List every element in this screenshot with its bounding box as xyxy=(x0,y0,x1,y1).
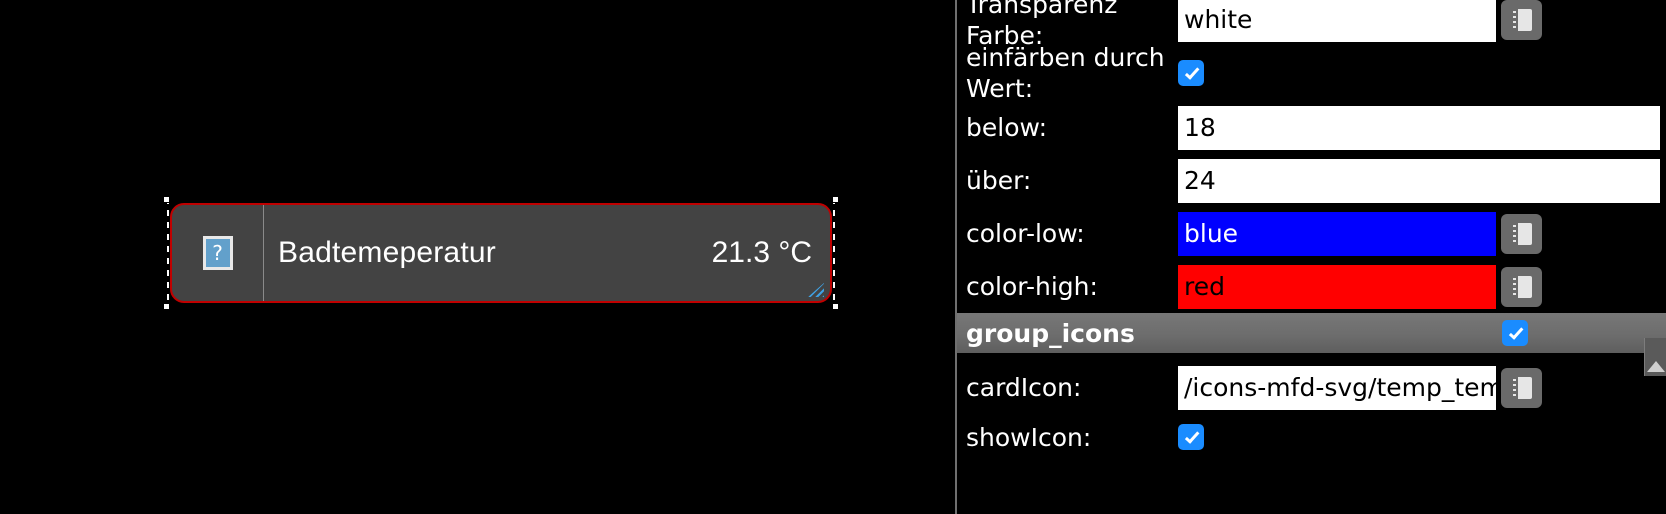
card-icon-slot: ? xyxy=(172,205,264,301)
card-icon-picker-button[interactable] xyxy=(1501,367,1542,408)
prop-label-einfaerben-durch-wert: einfärben durch Wert: xyxy=(966,42,1165,103)
checkmark-icon xyxy=(1184,64,1199,80)
card-icon-input[interactable]: /icons-mfd-svg/temp_tem xyxy=(1178,365,1496,410)
color-low-picker-button[interactable] xyxy=(1501,213,1542,254)
group-header-group-icons[interactable]: group_icons xyxy=(957,313,1666,353)
handle-top-right[interactable] xyxy=(832,196,839,203)
card-value: 21.3 °C xyxy=(711,236,812,269)
color-low-input[interactable]: blue xyxy=(1178,211,1496,256)
prop-control-transparenz-farbe: white xyxy=(1178,0,1666,42)
below-input[interactable]: 18 xyxy=(1178,105,1660,150)
prop-control-color-high: red xyxy=(1178,264,1666,309)
prop-label-below: below: xyxy=(966,113,1047,142)
prop-control-show-icon xyxy=(1178,424,1666,450)
prop-label-show-icon: showIcon: xyxy=(966,422,1092,452)
prop-row-below: below: 18 xyxy=(957,101,1666,154)
list-picker-icon xyxy=(1511,275,1532,298)
handle-bottom-left[interactable] xyxy=(163,303,170,310)
prop-row-ueber: über: 24 xyxy=(957,154,1666,207)
card-title: Badtemeperatur xyxy=(278,236,496,269)
prop-row-color-high: color-high: red xyxy=(957,260,1666,313)
prop-label-ueber: über: xyxy=(966,166,1032,195)
prop-label-color-high: color-high: xyxy=(966,272,1098,301)
transparenz-farbe-input[interactable]: white xyxy=(1178,0,1496,42)
checkmark-icon xyxy=(1508,324,1523,340)
card-selection-frame[interactable]: ? Badtemeperatur 21.3 °C xyxy=(163,196,839,310)
app-root: ? Badtemeperatur 21.3 °C Transparenz Far… xyxy=(0,0,1666,514)
group-icons-checkbox[interactable] xyxy=(1502,320,1528,346)
color-high-input[interactable]: red xyxy=(1178,264,1496,309)
prop-row-transparenz-farbe: Transparenz Farbe: white xyxy=(957,0,1666,50)
resize-grip-handle[interactable] xyxy=(808,283,824,297)
group-title-group-icons: group_icons xyxy=(966,318,1135,348)
list-picker-icon xyxy=(1511,9,1532,31)
temperature-card[interactable]: ? Badtemeperatur 21.3 °C xyxy=(172,205,830,301)
handle-bottom-right[interactable] xyxy=(832,303,839,310)
prop-control-color-low: blue xyxy=(1178,211,1666,256)
prop-row-color-low: color-low: blue xyxy=(957,207,1666,260)
prop-control-ueber: 24 xyxy=(1178,158,1666,203)
card-body: Badtemeperatur 21.3 °C xyxy=(264,205,830,301)
handle-top-left[interactable] xyxy=(163,196,170,203)
prop-label-color-low: color-low: xyxy=(966,219,1085,248)
color-high-picker-button[interactable] xyxy=(1501,266,1542,307)
einfaerben-durch-wert-checkbox[interactable] xyxy=(1178,59,1204,86)
triangle-up-icon xyxy=(1646,361,1665,372)
broken-image-icon: ? xyxy=(202,236,233,270)
prop-row-show-icon: showIcon: xyxy=(957,414,1666,460)
prop-label-card-icon: cardIcon: xyxy=(966,373,1082,402)
prop-row-card-icon: cardIcon: /icons-mfd-svg/temp_tem xyxy=(957,361,1666,414)
transparenz-farbe-picker-button[interactable] xyxy=(1501,0,1542,40)
prop-control-einfaerben-durch-wert xyxy=(1178,59,1666,86)
prop-control-below: 18 xyxy=(1178,105,1666,150)
prop-row-einfaerben-durch-wert: einfärben durch Wert: xyxy=(957,42,1666,103)
scroll-up-arrow-button[interactable] xyxy=(1644,338,1666,376)
prop-control-card-icon: /icons-mfd-svg/temp_tem xyxy=(1178,365,1666,410)
show-icon-checkbox[interactable] xyxy=(1178,424,1204,450)
checkmark-icon xyxy=(1184,428,1199,444)
card-preview-pane: ? Badtemeperatur 21.3 °C xyxy=(0,0,955,514)
property-editor-pane: Transparenz Farbe: white einfärben durch… xyxy=(957,0,1666,514)
list-picker-icon xyxy=(1511,222,1532,245)
ueber-input[interactable]: 24 xyxy=(1178,158,1660,203)
list-picker-icon xyxy=(1511,376,1532,399)
